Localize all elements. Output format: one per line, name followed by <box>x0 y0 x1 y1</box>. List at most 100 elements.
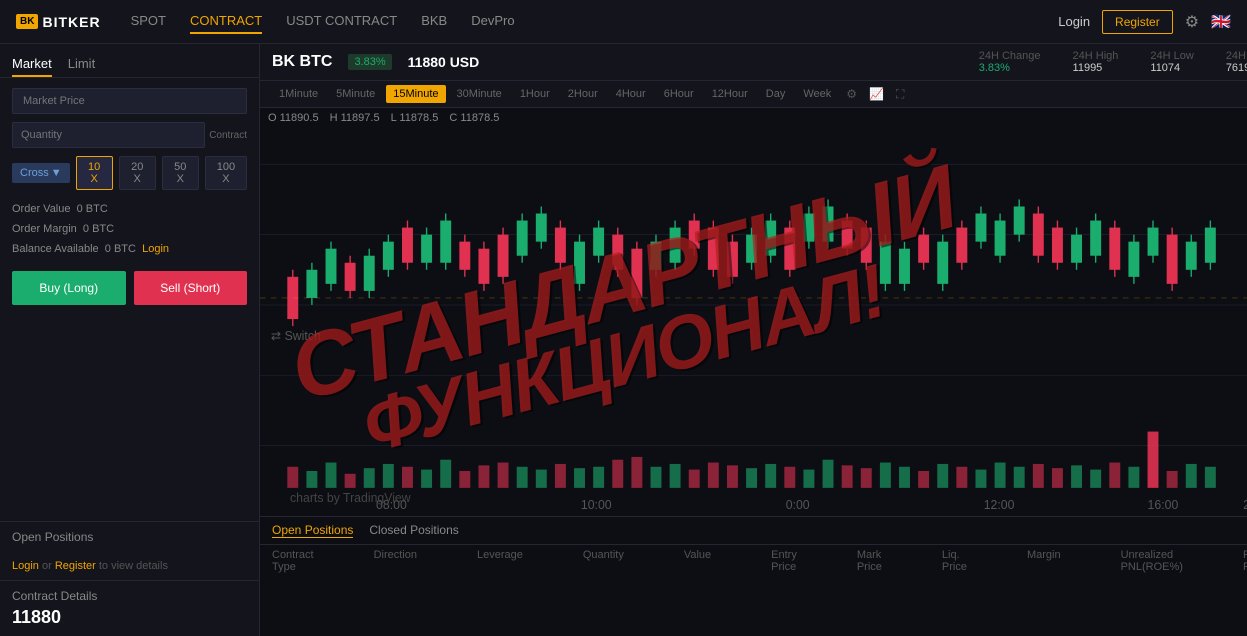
leverage-100x[interactable]: 100 X <box>205 156 247 190</box>
buy-long-button[interactable]: Buy (Long) <box>12 271 126 305</box>
login-link-order[interactable]: Login <box>142 243 169 255</box>
timeframe-1hour[interactable]: 1Hour <box>513 85 557 103</box>
change-value: 3.83% <box>979 62 1041 74</box>
candle-low: L 11878.5 <box>391 112 439 124</box>
stat-24h-low: 24H Low 11074 <box>1150 50 1193 74</box>
svg-text:10:00: 10:00 <box>581 498 612 512</box>
quantity-row: Contract <box>12 122 247 148</box>
candle-close: C 11878.5 <box>449 112 499 124</box>
leverage-10x[interactable]: 10 X <box>76 156 113 190</box>
sell-short-button[interactable]: Sell (Short) <box>134 271 248 305</box>
contract-price: 11880 <box>12 607 247 628</box>
svg-text:⇄ Switch: ⇄ Switch <box>271 329 321 343</box>
settings-icon[interactable]: ⚙ <box>1185 12 1199 32</box>
svg-text:0:00: 0:00 <box>786 498 810 512</box>
order-margin: 0 BTC <box>83 223 114 235</box>
col-liq-price: Liq. Price <box>942 549 967 573</box>
tab-open-positions[interactable]: Open Positions <box>272 523 353 538</box>
contract-details-label: Contract Details <box>12 589 247 603</box>
col-margin: Margin <box>1027 549 1061 573</box>
trading-pair: BK BTC <box>272 53 332 71</box>
order-value: 0 BTC <box>77 203 108 215</box>
cross-label: Cross <box>20 167 49 179</box>
timeframe-30min[interactable]: 30Minute <box>450 85 509 103</box>
candlestick-chart: 12K 11800 11600 11400 <box>260 108 1247 516</box>
chart-header: BK BTC 3.83% 11880 USD 24H Change 3.83% … <box>260 44 1247 81</box>
positions-table-header: Contract Type Direction Leverage Quantit… <box>260 545 1247 577</box>
change-label: 24H Change <box>979 50 1041 62</box>
chart-toolbar: 1Minute 5Minute 15Minute 30Minute 1Hour … <box>260 81 1247 108</box>
stat-24h-high: 24H High 11995 <box>1073 50 1119 74</box>
contract-label: Contract <box>209 130 247 141</box>
current-price-display: 11880 USD <box>408 54 480 70</box>
center-panel: BK BTC 3.83% 11880 USD 24H Change 3.83% … <box>260 44 1247 636</box>
low-value: 11074 <box>1150 62 1193 74</box>
quantity-input[interactable] <box>12 122 205 148</box>
nav-bkb[interactable]: BKB <box>421 9 447 34</box>
positions-tabs: Open Positions Closed Positions <box>260 517 1247 545</box>
col-mark-price: Mark Price <box>857 549 882 573</box>
candle-ohlc: O 11890.5 H 11897.5 L 11878.5 C 11878.5 <box>268 112 499 124</box>
svg-text:charts by TradingView: charts by TradingView <box>290 491 412 505</box>
col-leverage: Leverage <box>477 549 523 573</box>
order-form: Contract Cross ▼ 10 X 20 X 50 X 100 X Or… <box>0 78 259 521</box>
nav-devpro[interactable]: DevPro <box>471 9 514 34</box>
price-change-badge: 3.83% <box>348 54 391 70</box>
timeframe-2hour[interactable]: 2Hour <box>561 85 605 103</box>
col-direction: Direction <box>374 549 417 573</box>
tab-market[interactable]: Market <box>12 52 52 77</box>
tab-limit[interactable]: Limit <box>68 52 95 77</box>
positions-bar: Open Positions Closed Positions Contract… <box>260 516 1247 636</box>
col-value: Value <box>684 549 711 573</box>
high-label: 24H High <box>1073 50 1119 62</box>
nav-usdt-contract[interactable]: USDT CONTRACT <box>286 9 397 34</box>
language-selector[interactable]: 🇬🇧 <box>1211 12 1231 32</box>
logo-text: BITKER <box>42 14 100 30</box>
svg-text:22:0: 22:0 <box>1243 498 1247 512</box>
col-unrealized-pnl: Unrealized PNL(ROE%) <box>1121 549 1183 573</box>
order-type-tabs: Market Limit <box>0 44 259 78</box>
timeframe-week[interactable]: Week <box>796 85 838 103</box>
leverage-50x[interactable]: 50 X <box>162 156 199 190</box>
nav-spot[interactable]: SPOT <box>131 9 166 34</box>
open-positions-label: Open Positions <box>0 521 259 552</box>
login-link[interactable]: Login <box>12 560 39 572</box>
timeframe-12hour[interactable]: 12Hour <box>705 85 755 103</box>
nav-right: Login Register ⚙ 🇬🇧 <box>1058 10 1231 34</box>
cross-chevron-icon: ▼ <box>51 167 62 179</box>
stat-24h-change: 24H Change 3.83% <box>979 50 1041 74</box>
timeframe-5min[interactable]: 5Minute <box>329 85 382 103</box>
balance-label: Balance Available <box>12 243 99 255</box>
candle-open: O 11890.5 <box>268 112 319 124</box>
market-price-input[interactable] <box>12 88 247 114</box>
timeframe-4hour[interactable]: 4Hour <box>609 85 653 103</box>
register-button[interactable]: Register <box>1102 10 1173 34</box>
nav-items: SPOT CONTRACT USDT CONTRACT BKB DevPro <box>131 9 1059 34</box>
login-register-note: Login or Register to view details <box>0 552 259 580</box>
timeframe-6hour[interactable]: 6Hour <box>657 85 701 103</box>
logo[interactable]: BK BITKER <box>16 14 101 30</box>
col-entry-price: Entry Price <box>771 549 797 573</box>
timeframe-1min[interactable]: 1Minute <box>272 85 325 103</box>
register-link[interactable]: Register <box>55 560 96 572</box>
col-realized-pnl: Realized PNL <box>1243 549 1247 573</box>
timeframe-day[interactable]: Day <box>759 85 793 103</box>
main-layout: Market Limit Contract Cross ▼ 10 X 20 X … <box>0 44 1247 636</box>
top-navigation: BK BITKER SPOT CONTRACT USDT CONTRACT BK… <box>0 0 1247 44</box>
col-quantity: Quantity <box>583 549 624 573</box>
tab-closed-positions[interactable]: Closed Positions <box>369 523 458 538</box>
buy-sell-row: Buy (Long) Sell (Short) <box>12 271 247 305</box>
chart-area: O 11890.5 H 11897.5 L 11878.5 C 11878.5 … <box>260 108 1247 516</box>
login-button[interactable]: Login <box>1058 14 1090 29</box>
leverage-20x[interactable]: 20 X <box>119 156 156 190</box>
nav-contract[interactable]: CONTRACT <box>190 9 262 34</box>
left-panel: Market Limit Contract Cross ▼ 10 X 20 X … <box>0 44 260 636</box>
left-bottom: Contract Details 11880 <box>0 580 259 636</box>
volume-label: 24H Volume <box>1226 50 1247 62</box>
cross-button[interactable]: Cross ▼ <box>12 163 70 183</box>
balance-value: 0 BTC <box>105 243 136 255</box>
timeframe-15min[interactable]: 15Minute <box>386 85 445 103</box>
order-margin-label: Order Margin <box>12 223 77 235</box>
svg-text:12:00: 12:00 <box>984 498 1015 512</box>
order-value-label: Order Value <box>12 203 71 215</box>
